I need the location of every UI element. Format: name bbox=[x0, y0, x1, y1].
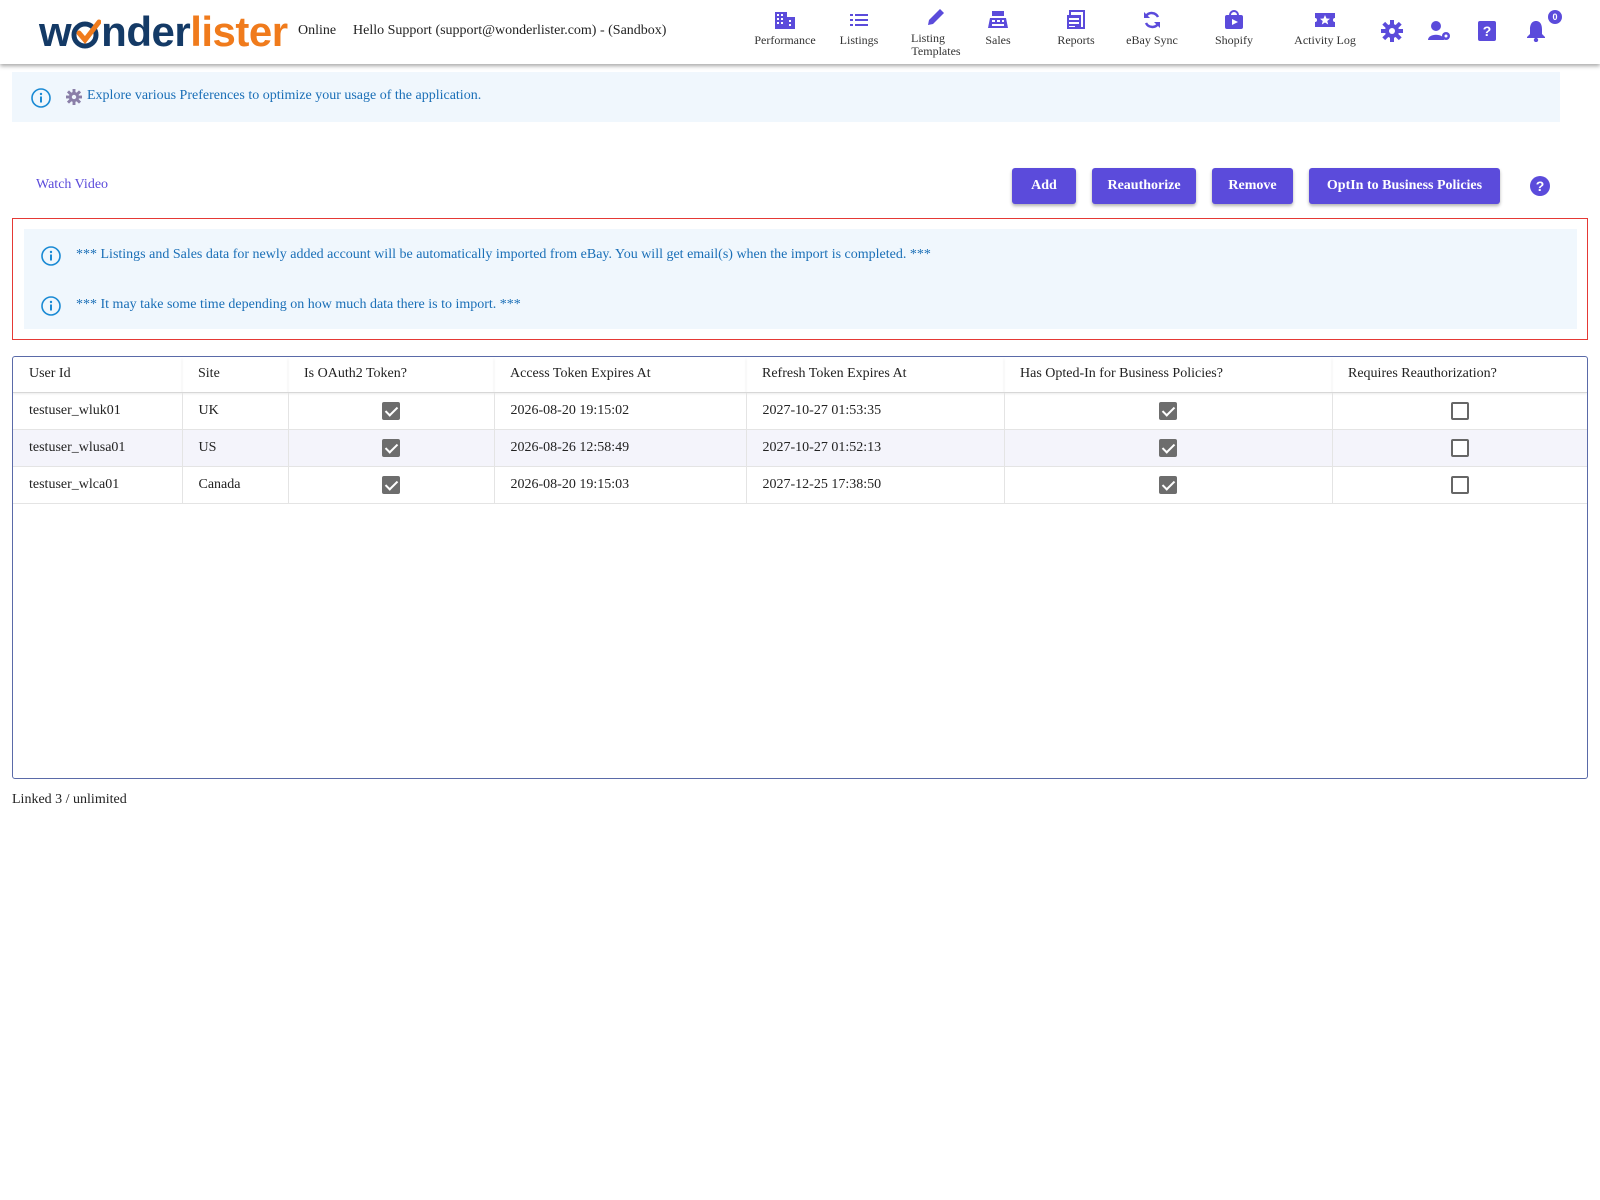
linked-accounts-count: Linked 3 / unlimited bbox=[12, 792, 127, 807]
nav-listings[interactable]: Listings bbox=[830, 10, 888, 47]
oauth2-checkbox[interactable] bbox=[382, 401, 400, 420]
nav-activity-log[interactable]: Activity Log bbox=[1292, 10, 1358, 47]
table-header-row: User Id Site Is OAuth2 Token? Access Tok… bbox=[13, 357, 1587, 393]
preferences-info-text: Explore various Preferences to optimize … bbox=[87, 88, 482, 103]
ticket-star-icon bbox=[1315, 13, 1335, 27]
table-row[interactable]: testuser_wlca01 Canada 2026-08-20 19:15:03… bbox=[13, 466, 1587, 504]
requires-reauth-cell bbox=[1331, 392, 1587, 430]
column-header-refresh-expires[interactable]: Refresh Token Expires At bbox=[746, 357, 1004, 393]
app-header: w nderlister Online Hello Support (suppor… bbox=[0, 0, 1600, 64]
column-header-user-id[interactable]: User Id bbox=[13, 357, 182, 393]
column-header-opted-in[interactable]: Has Opted-In for Business Policies? bbox=[1004, 357, 1332, 393]
user-settings-button[interactable] bbox=[1428, 20, 1452, 47]
question-circle-icon: ? bbox=[1530, 176, 1550, 196]
notice-text: *** Listings and Sales data for newly ad… bbox=[76, 247, 931, 262]
page-help-button[interactable]: ? bbox=[1529, 175, 1551, 202]
requires-reauth-cell bbox=[1331, 429, 1587, 467]
info-icon bbox=[31, 88, 51, 108]
opted-in-cell bbox=[1003, 392, 1332, 430]
watch-video-link[interactable]: Watch Video bbox=[36, 177, 108, 193]
nav-performance[interactable]: Performance bbox=[752, 10, 818, 47]
cell-site: Canada bbox=[181, 466, 288, 504]
gear-icon bbox=[1381, 20, 1403, 42]
opted-in-checkbox[interactable] bbox=[1159, 438, 1177, 457]
cell-site: UK bbox=[181, 392, 288, 430]
remove-button[interactable]: Remove bbox=[1212, 168, 1293, 204]
cell-access-expires: 2026-08-20 19:15:03 bbox=[493, 466, 746, 504]
cell-user-id: testuser_wlca01 bbox=[13, 466, 182, 504]
reports-icon bbox=[1067, 10, 1085, 29]
oauth2-cell bbox=[287, 392, 494, 430]
table-row[interactable]: testuser_wlusa01 US 2026-08-26 12:58:49 202… bbox=[13, 429, 1587, 467]
bell-icon bbox=[1527, 21, 1545, 43]
shopify-bag-icon bbox=[1225, 10, 1243, 29]
column-header-access-expires[interactable]: Access Token Expires At bbox=[494, 357, 746, 393]
oauth2-checkbox[interactable] bbox=[382, 475, 400, 494]
nav-listing-templates[interactable]: Listing Templates bbox=[904, 8, 968, 58]
cell-access-expires: 2026-08-26 12:58:49 bbox=[493, 429, 746, 467]
cell-refresh-expires: 2027-10-27 01:52:13 bbox=[745, 429, 1004, 467]
help-button[interactable]: ? bbox=[1477, 20, 1497, 47]
building-icon bbox=[775, 12, 795, 29]
cash-register-icon bbox=[988, 11, 1008, 28]
optin-business-policies-button[interactable]: OptIn to Business Policies bbox=[1309, 168, 1500, 204]
import-notice-inner: *** Listings and Sales data for newly ad… bbox=[24, 229, 1577, 329]
info-icon bbox=[41, 246, 61, 266]
cell-refresh-expires: 2027-10-27 01:53:35 bbox=[745, 392, 1004, 430]
opted-in-cell bbox=[1003, 466, 1332, 504]
nav-reports[interactable]: Reports bbox=[1052, 10, 1100, 47]
nav-shopify[interactable]: Shopify bbox=[1210, 10, 1258, 47]
import-notice-line: *** It may take some time depending on h… bbox=[24, 295, 1577, 316]
oauth2-cell bbox=[287, 466, 494, 504]
import-notice-box: *** Listings and Sales data for newly ad… bbox=[12, 218, 1588, 340]
requires-reauth-checkbox[interactable] bbox=[1450, 475, 1469, 494]
requires-reauth-checkbox[interactable] bbox=[1450, 438, 1469, 457]
import-notice-line: *** Listings and Sales data for newly ad… bbox=[24, 245, 1577, 266]
notification-count-badge: 0 bbox=[1548, 10, 1562, 24]
add-button[interactable]: Add bbox=[1012, 168, 1076, 204]
ebay-accounts-table: User Id Site Is OAuth2 Token? Access Tok… bbox=[12, 356, 1588, 779]
cell-user-id: testuser_wluk01 bbox=[13, 392, 182, 430]
online-status: Online bbox=[298, 23, 337, 38]
small-gear-icon bbox=[66, 89, 82, 105]
notice-text: *** It may take some time depending on h… bbox=[76, 297, 521, 312]
cell-access-expires: 2026-08-20 19:15:02 bbox=[493, 392, 746, 430]
user-gear-icon bbox=[1428, 21, 1450, 40]
cell-site: US bbox=[181, 429, 288, 467]
table-row[interactable]: testuser_wluk01 UK 2026-08-20 19:15:02 2027… bbox=[13, 392, 1587, 430]
nav-ebay-sync[interactable]: eBay Sync bbox=[1124, 10, 1180, 47]
oauth2-checkbox[interactable] bbox=[382, 438, 400, 457]
cell-user-id: testuser_wlusa01 bbox=[13, 429, 182, 467]
oauth2-cell bbox=[287, 429, 494, 467]
settings-button[interactable] bbox=[1381, 20, 1403, 47]
opted-in-cell bbox=[1003, 429, 1332, 467]
pencil-icon bbox=[928, 9, 944, 25]
column-header-requires-reauth[interactable]: Requires Reauthorization? bbox=[1332, 357, 1587, 393]
user-greeting: Hello Support (support@wonderlister.com)… bbox=[353, 23, 667, 38]
nav-sales[interactable]: Sales bbox=[978, 10, 1018, 47]
svg-text:?: ? bbox=[1483, 23, 1492, 39]
sync-icon bbox=[1144, 11, 1160, 29]
notifications-button[interactable] bbox=[1526, 20, 1546, 47]
preferences-info-banner: Explore various Preferences to optimize … bbox=[12, 72, 1560, 122]
list-icon bbox=[850, 14, 868, 26]
svg-text:?: ? bbox=[1536, 178, 1545, 194]
requires-reauth-cell bbox=[1331, 466, 1587, 504]
wonderlister-logo[interactable]: w nderlister bbox=[39, 8, 288, 56]
reauthorize-button[interactable]: Reauthorize bbox=[1092, 168, 1196, 204]
column-header-site[interactable]: Site bbox=[182, 357, 288, 393]
logo-check-o bbox=[71, 8, 102, 56]
column-header-oauth2[interactable]: Is OAuth2 Token? bbox=[288, 357, 494, 393]
requires-reauth-checkbox[interactable] bbox=[1450, 401, 1469, 420]
cell-refresh-expires: 2027-12-25 17:38:50 bbox=[745, 466, 1004, 504]
help-square-icon: ? bbox=[1478, 21, 1496, 41]
opted-in-checkbox[interactable] bbox=[1159, 401, 1177, 420]
opted-in-checkbox[interactable] bbox=[1159, 475, 1177, 494]
info-icon bbox=[41, 296, 61, 316]
